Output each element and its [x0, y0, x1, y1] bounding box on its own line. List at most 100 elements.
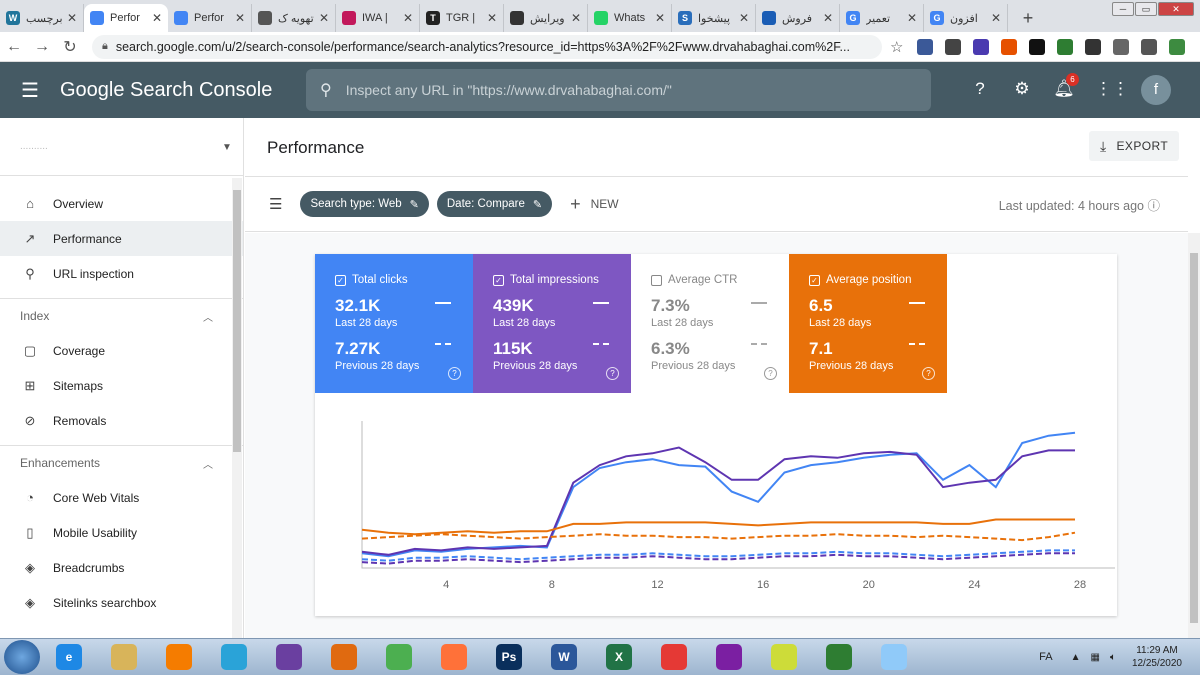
new-filter-button[interactable]: + NEW — [570, 194, 619, 215]
extension-icon[interactable] — [973, 38, 990, 55]
language-indicator[interactable]: FA — [1039, 651, 1052, 663]
section-index[interactable]: Index ︿ — [0, 298, 243, 333]
taskbar-app[interactable]: W — [538, 641, 590, 673]
taskbar-app[interactable] — [428, 641, 480, 673]
taskbar-app[interactable] — [868, 641, 920, 673]
help-circle-icon[interactable]: ? — [764, 367, 777, 380]
avatar[interactable]: f — [1141, 75, 1171, 105]
product-logo[interactable]: Google Search Console — [60, 79, 306, 102]
taskbar-app[interactable] — [153, 641, 205, 673]
taskbar-app[interactable]: X — [593, 641, 645, 673]
tab-close-icon[interactable]: ✕ — [907, 11, 917, 25]
browser-tab[interactable]: G تعمیر ✕ — [840, 4, 924, 32]
tab-close-icon[interactable]: ✕ — [739, 11, 749, 25]
taskbar-app[interactable]: e — [43, 641, 95, 673]
sidebar-item-url-inspection[interactable]: ⚲ URL inspection — [0, 256, 243, 291]
sidebar-scroll-thumb[interactable] — [233, 190, 241, 452]
metric-toggle[interactable]: Average CTR — [651, 274, 789, 286]
menu-icon[interactable]: ☰ — [0, 78, 60, 103]
tab-close-icon[interactable]: ✕ — [67, 11, 77, 25]
tab-close-icon[interactable]: ✕ — [991, 11, 1001, 25]
help-circle-icon[interactable]: ? — [922, 367, 935, 380]
section-enhancements[interactable]: Enhancements ︿ — [0, 445, 243, 480]
taskbar-app[interactable] — [758, 641, 810, 673]
help-circle-icon[interactable]: ? — [606, 367, 619, 380]
bookmark-star-icon[interactable]: ☆ — [890, 38, 903, 56]
extension-icon[interactable] — [1141, 38, 1158, 55]
extension-icon[interactable] — [945, 38, 962, 55]
sidebar-item-sitemaps[interactable]: ⊞ Sitemaps — [0, 368, 243, 403]
taskbar-app[interactable] — [648, 641, 700, 673]
maximize-button[interactable]: ▭ — [1135, 2, 1157, 16]
checkbox-checked-icon[interactable]: ✓ — [493, 274, 504, 286]
help-circle-icon[interactable]: ? — [448, 367, 461, 380]
filter-icon[interactable]: ☰ — [269, 195, 282, 213]
browser-tab[interactable]: IWA | ✕ — [336, 4, 420, 32]
close-window-button[interactable]: ✕ — [1158, 2, 1194, 16]
tab-close-icon[interactable]: ✕ — [823, 11, 833, 25]
taskbar-app[interactable] — [813, 641, 865, 673]
reload-icon[interactable]: ↻ — [56, 37, 84, 57]
extension-icon[interactable] — [1057, 38, 1074, 55]
chip-search-type[interactable]: Search type: Web ✎ — [300, 191, 429, 217]
manage-users-icon[interactable]: ⚙ — [1011, 79, 1033, 101]
apps-grid-icon[interactable]: ⋮⋮ — [1095, 79, 1129, 101]
metric-card-average-position[interactable]: ✓ Average position 6.5 Last 28 days 7.1 Previ… — [789, 254, 947, 393]
tab-close-icon[interactable]: ✕ — [235, 11, 245, 25]
taskbar-app[interactable]: Ps — [483, 641, 535, 673]
extension-icon[interactable] — [1113, 38, 1130, 55]
sidebar-item-removals[interactable]: ⊘ Removals — [0, 403, 243, 438]
browser-tab[interactable]: فروش ✕ — [756, 4, 840, 32]
browser-tab[interactable]: G افزون ✕ — [924, 4, 1008, 32]
extension-icon[interactable] — [1029, 38, 1046, 55]
sidebar-item-mobile-usability[interactable]: ▯ Mobile Usability — [0, 515, 243, 550]
back-icon[interactable]: ← — [0, 38, 28, 56]
browser-tab[interactable]: S پیشخوا ✕ — [672, 4, 756, 32]
help-circle-icon[interactable]: ⓘ — [1147, 199, 1160, 213]
metric-toggle[interactable]: ✓ Total impressions — [493, 274, 631, 286]
taskbar-app[interactable] — [318, 641, 370, 673]
tab-close-icon[interactable]: ✕ — [319, 11, 329, 25]
sidebar-item-coverage[interactable]: ▢ Coverage — [0, 333, 243, 368]
metric-card-total-impressions[interactable]: ✓ Total impressions 439K Last 28 days 115K Pr… — [473, 254, 631, 393]
taskbar-app[interactable] — [98, 641, 150, 673]
sidebar-item-overview[interactable]: ⌂ Overview — [0, 186, 243, 221]
browser-tab[interactable]: W برچسب ✕ — [0, 4, 84, 32]
browser-tab[interactable]: T TGR | ✕ — [420, 4, 504, 32]
volume-icon[interactable]: 🔈︎ — [1110, 652, 1116, 663]
help-icon[interactable]: ? — [969, 79, 991, 101]
clock[interactable]: 11:29 AM 12/25/2020 — [1132, 644, 1182, 670]
chip-date[interactable]: Date: Compare ✎ — [436, 191, 553, 217]
sidebar-item-core-web-vitals[interactable]: ◔ Core Web Vitals — [0, 480, 243, 515]
browser-tab[interactable]: Whats ✕ — [588, 4, 672, 32]
metric-card-average-ctr[interactable]: Average CTR 7.3% Last 28 days 6.3% Previous … — [631, 254, 789, 393]
property-selector[interactable]: .......... ▼ — [0, 118, 243, 176]
browser-tab[interactable]: تهویه ک ✕ — [252, 4, 336, 32]
sidebar-scrollbar[interactable] — [232, 178, 242, 638]
tray-up-arrow-icon[interactable]: ▲ — [1071, 652, 1081, 663]
taskbar-app[interactable] — [208, 641, 260, 673]
minimize-button[interactable]: ─ — [1112, 2, 1134, 16]
sidebar-item-performance[interactable]: ↗ Performance — [0, 221, 243, 256]
main-scrollbar[interactable] — [1188, 233, 1200, 643]
tab-close-icon[interactable]: ✕ — [487, 11, 497, 25]
url-field[interactable]: 🔒︎ search.google.com/u/2/search-console/… — [92, 34, 882, 59]
checkbox-checked-icon[interactable]: ✓ — [335, 274, 346, 286]
browser-tab[interactable]: Perfor ✕ — [84, 4, 168, 32]
checkbox-empty-icon[interactable] — [651, 274, 662, 286]
tab-close-icon[interactable]: ✕ — [403, 11, 413, 25]
new-tab-button[interactable]: + — [1016, 6, 1040, 30]
url-inspect-search-bar[interactable]: ⚲ Inspect any URL in "https://www.drvaha… — [306, 69, 931, 111]
export-button[interactable]: ⤓ EXPORT — [1089, 131, 1179, 161]
metric-toggle[interactable]: ✓ Total clicks — [335, 274, 473, 286]
taskbar-app[interactable] — [263, 641, 315, 673]
extension-icon[interactable] — [1169, 38, 1186, 55]
tab-close-icon[interactable]: ✕ — [571, 11, 581, 25]
network-icon[interactable]: ▦ — [1090, 652, 1099, 663]
sidebar-item-breadcrumbs[interactable]: ◈ Breadcrumbs — [0, 550, 243, 585]
metric-card-total-clicks[interactable]: ✓ Total clicks 32.1K Last 28 days 7.27K Previ… — [315, 254, 473, 393]
sidebar-item-sitelinks-searchbox[interactable]: ◈ Sitelinks searchbox — [0, 585, 243, 620]
taskbar-app[interactable] — [703, 641, 755, 673]
taskbar-app[interactable] — [373, 641, 425, 673]
tab-close-icon[interactable]: ✕ — [655, 11, 665, 25]
